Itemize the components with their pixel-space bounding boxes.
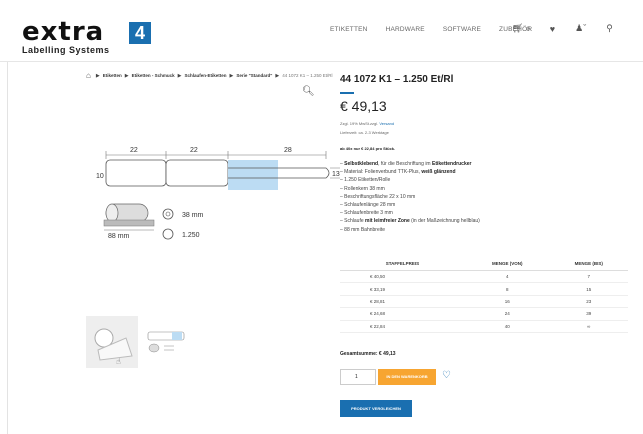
glue-free-zone [228,160,278,190]
search-icon[interactable]: ⚲ [606,23,613,34]
chevron-right-icon: ▶ [229,72,234,79]
header-icons: 🛒︎ 0 ♥ ♟ˇ ⚲ [512,23,633,34]
feature-item: – Selbstklebend, für die Beschriftung im… [340,161,472,167]
nav-item-hardware[interactable]: HARDWARE [386,26,425,33]
feature-item: – Schlaufenbreite 3 mm [340,210,393,217]
table-row: € 40,50 4 7 [340,270,628,284]
table-row: € 28,81 16 23 [340,295,628,309]
home-icon[interactable]: ⌂ [86,71,91,80]
column-header: MENGE (VON) [464,258,550,271]
product-price: € 49,13 [340,98,387,114]
zoom-icon[interactable]: 🔍︎ [302,86,315,97]
breadcrumb-item[interactable]: Schlaufen-Etiketten [184,73,226,78]
feature-item: – Rollenkern 38 mm [340,185,385,192]
column-header: STAFFELPREIS [340,258,465,271]
add-to-cart-button[interactable]: IN DEN WARENKORB [378,369,436,385]
end-label: 13 [332,171,340,178]
breadcrumb-item[interactable]: Etiketten - Schmuck [132,73,175,78]
brand-logo[interactable]: extra 4 Labelling Systems [22,17,152,55]
tax-note: Zzgl. 19% MwSt.zzgl. Versand [340,121,394,126]
tax-prefix: Zzgl. 19% MwSt.zzgl. [340,121,379,126]
breadcrumb-item[interactable]: Serie "Standard" [236,73,272,78]
logo-number-box: 4 [129,22,151,44]
labels-per-roll-label: 1.250 [182,232,200,239]
column-header: MENGE (BIS) [549,258,628,271]
price-tier-table: STAFFELPREIS MENGE (VON) MENGE (BIS) € 4… [340,258,628,333]
delivery-time: Lieferzeit: ca. 2-3 Werktage [340,130,389,135]
core-width-label: 88 mm [108,233,130,240]
breadcrumb: ⌂ ▶ Etiketten ▶ Etiketten - Schmuck ▶ Sc… [86,71,333,80]
nav-item-etiketten[interactable]: ETIKETTEN [330,26,368,33]
logo-text: extra [22,17,105,47]
height-label: 10 [96,173,104,180]
table-row: € 33,19 8 15 [340,282,628,296]
chevron-right-icon: ▶ [275,72,280,79]
feature-item: – Schlaufe mit leimfreier Zone (in der M… [340,218,480,225]
heart-icon[interactable]: ♥ [550,24,555,34]
volume-price-note: ab 40x nur € 22,84 pro Stück. [340,146,396,151]
wishlist-heart-icon[interactable]: ♡ [442,370,451,382]
thumbnail-1[interactable]: ☝ [86,316,138,368]
svg-text:☝: ☝ [116,357,121,366]
dimension-label-2: 22 [190,147,198,154]
cart-icon[interactable]: 🛒︎ 0 [512,23,530,34]
feature-item: – 1.250 Etiketten/Rolle [340,177,391,184]
feature-item: – Material: Folienverbund TTK-Plus, weiß… [340,169,456,176]
feature-item: – Beschriftungsfläche 22 x 10 mm [340,193,416,200]
breadcrumb-current: 44 1072 K1 – 1.250 Et/Rl [282,73,333,78]
table-row: € 24,68 24 39 [340,307,628,321]
site-header: extra 4 Labelling Systems ETIKETTEN HARD… [0,0,643,62]
compare-product-button[interactable]: PRODUKT VERGLEICHEN [340,400,412,417]
feature-item: – 88 mm Bahnbreite [340,226,386,233]
product-title: 44 1072 K1 – 1.250 Et/Rl [340,74,454,85]
dimension-label-1: 22 [130,147,138,154]
total-sum: Gesamtsumme: € 49,13 [340,351,396,357]
logo-subtitle: Labelling Systems [22,45,110,55]
page-left-border [7,62,8,434]
thumbnail-gallery: ☝ [86,316,202,368]
shipping-link[interactable]: Versand [379,121,394,126]
user-icon[interactable]: ♟ˇ [575,23,586,34]
product-dimension-drawing[interactable]: 22 22 28 10 13 88 mm 38 mm 1.250 [86,130,346,280]
core-diameter-label: 38 mm [182,212,204,219]
breadcrumb-item[interactable]: Etiketten [103,73,122,78]
cart-count: 0 [526,27,530,33]
dimension-label-3: 28 [284,147,292,154]
quantity-input[interactable] [340,369,376,385]
feature-list: – Selbstklebend, für die Beschriftung im… [340,160,480,234]
thumbnail-2[interactable] [144,316,196,368]
feature-item: – Schlaufenlänge 28 mm [340,202,396,209]
title-divider [340,92,354,94]
chevron-right-icon: ▶ [177,72,182,79]
chevron-right-icon: ▶ [95,72,100,79]
chevron-right-icon: ▶ [124,72,129,79]
table-row: € 22,84 40 ∞ [340,320,628,333]
nav-item-software[interactable]: SOFTWARE [443,26,481,33]
